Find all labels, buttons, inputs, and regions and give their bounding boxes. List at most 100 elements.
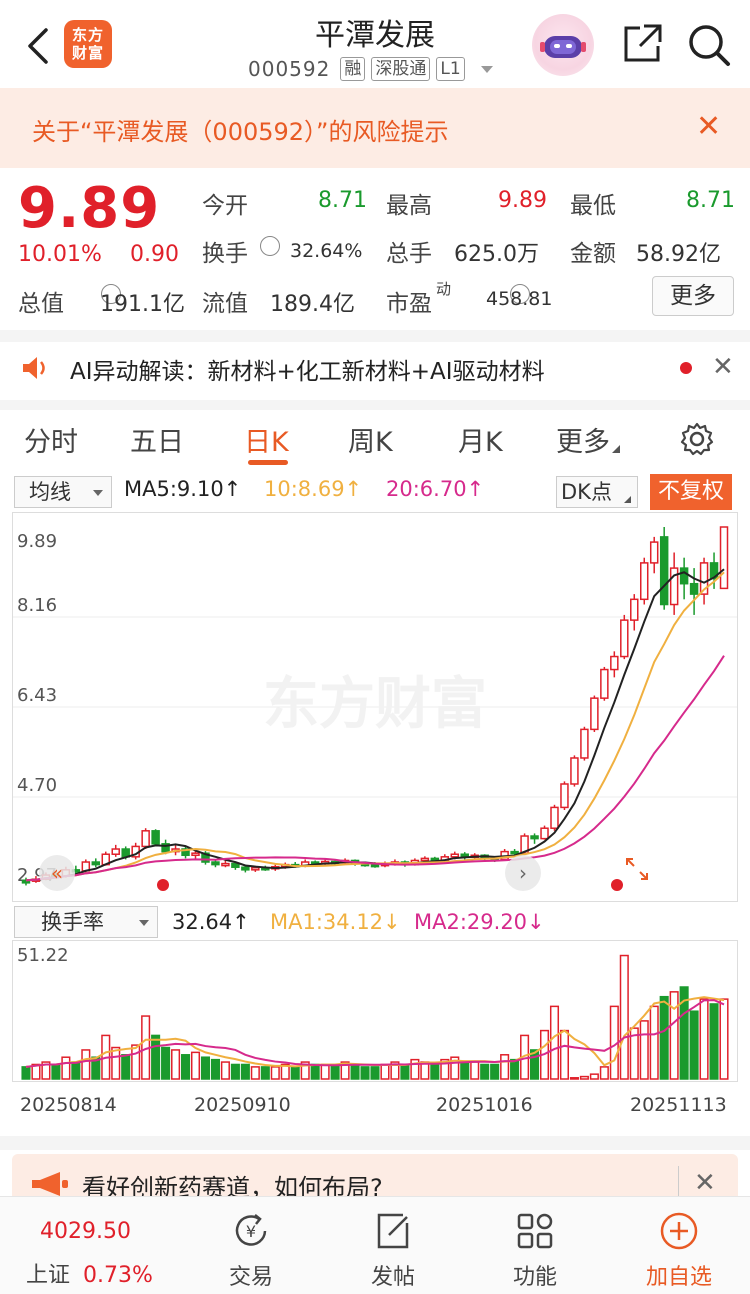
turnover-bar <box>470 1061 480 1080</box>
float-cap-value: 189.4亿 <box>270 292 355 317</box>
turnover-bar <box>699 998 709 1080</box>
candle-body <box>649 541 659 564</box>
candle-body <box>620 619 629 658</box>
turnover-bar <box>490 1063 500 1080</box>
date-label: 20250910 <box>194 1094 291 1116</box>
tab-intraday[interactable]: 分时 <box>24 420 78 459</box>
tab-daily-k[interactable]: 日K <box>244 420 289 459</box>
candle-body <box>580 728 589 759</box>
stock-detail-screen: 东方 财富 平潭发展 000592 融 深股通 L1 关于“平潭发展（00059… <box>0 0 750 1294</box>
chevron-down-icon[interactable] <box>480 65 493 73</box>
turnover-bar <box>360 1066 370 1080</box>
turnover-bar <box>310 1063 320 1080</box>
turnover-bar <box>619 954 629 1080</box>
nav-post[interactable]: 发帖 <box>348 1211 438 1291</box>
turnover-bar <box>350 1063 360 1080</box>
search-icon[interactable] <box>686 22 732 68</box>
candle-body <box>689 582 699 595</box>
indicator-select-label: 均线 <box>29 480 71 504</box>
grid-functions-icon <box>517 1213 553 1249</box>
ai-insight-row[interactable]: AI异动解读：新材料+化工新材料+AI驱动材料 ✕ <box>0 342 750 394</box>
kline-svg[interactable]: 9.898.166.434.702.97东方财富« › <box>13 513 737 901</box>
turnover-bar <box>260 1066 270 1080</box>
candle-body <box>530 835 539 840</box>
volume-indicator-label: 换手率 <box>41 910 104 934</box>
nav-trade-label: 交易 <box>228 1265 273 1290</box>
turnover-bar <box>639 1020 649 1080</box>
tab-five-day[interactable]: 五日 <box>130 420 184 459</box>
turnover-bar <box>480 1063 490 1080</box>
corner-triangle-icon <box>612 437 620 453</box>
turnover-bar <box>370 1066 380 1080</box>
share-icon[interactable] <box>620 22 664 66</box>
nav-trade[interactable]: ¥ 交易 <box>206 1211 296 1291</box>
candle-body <box>251 867 260 871</box>
turnover-bar <box>569 1077 579 1080</box>
candle-body <box>191 852 200 857</box>
kline-chart[interactable]: 9.89 8.16 6.43 4.70 2.97 东方财富 «› <box>12 512 738 902</box>
turnover-label: 换手 <box>202 241 248 267</box>
turnover-bar <box>210 1058 220 1080</box>
market-cap-label: 总值 <box>18 291 64 317</box>
period-tabs: 分时 五日 日K 周K 月K 更多 <box>0 410 750 470</box>
close-icon[interactable]: ✕ <box>712 352 734 382</box>
turnover-bar <box>270 1066 280 1080</box>
float-cap-label: 流值 <box>202 291 248 317</box>
volume-max-label: 51.22 <box>17 945 69 966</box>
pe-value: 458.81 <box>486 288 553 310</box>
candle-body <box>370 863 380 868</box>
svg-text:¥: ¥ <box>246 1222 256 1241</box>
tab-monthly-k[interactable]: 月K <box>458 420 503 459</box>
date-label: 20251016 <box>436 1094 533 1116</box>
ma10-readout: 10:8.69↑ <box>264 477 363 501</box>
gear-icon[interactable] <box>680 422 714 456</box>
expand-icon[interactable] <box>626 858 648 880</box>
turnover-bar <box>659 995 669 1080</box>
close-icon[interactable]: ✕ <box>694 1168 716 1198</box>
turnover-bar <box>171 1049 181 1080</box>
info-dots-icon[interactable] <box>260 236 280 256</box>
index-row[interactable]: 上证 0.73% <box>26 1257 153 1289</box>
volume-indicator-select[interactable]: 换手率 <box>14 906 158 938</box>
level-tag[interactable]: L1 <box>436 57 465 81</box>
turnover-bar <box>121 1054 131 1080</box>
change-percent: 10.01% <box>18 242 102 267</box>
turnover-bar <box>190 1051 201 1080</box>
candle-body <box>639 562 649 601</box>
stock-code-row: 000592 融 深股通 L1 <box>248 56 493 82</box>
market-cap-value: 191.1亿 <box>100 292 185 317</box>
nav-post-label: 发帖 <box>370 1265 415 1290</box>
nav-functions[interactable]: 功能 <box>490 1211 580 1291</box>
turnover-bar <box>460 1061 470 1080</box>
stock-code: 000592 <box>248 57 331 81</box>
risk-warning-text[interactable]: 关于“平潭发展（000592）”的风险提示 <box>32 112 448 147</box>
candle-body <box>630 598 639 621</box>
dk-point-select[interactable]: DK点 <box>556 476 638 508</box>
bottom-bar: 4029.50 上证 0.73% ¥ 交易 发帖 功能 加自选 <box>0 1196 750 1294</box>
kline-toolbar: 均线 MA5:9.10↑ 10:8.69↑ 20:6.70↑ DK点 <box>0 472 750 512</box>
turnover-bar <box>290 1066 300 1080</box>
tab-weekly-k[interactable]: 周K <box>348 420 393 459</box>
more-quote-button[interactable]: 更多 <box>652 276 734 316</box>
turnover-bar <box>81 1049 91 1080</box>
date-label: 20250814 <box>20 1094 117 1116</box>
ai-insight-text[interactable]: AI异动解读：新材料+化工新材料+AI驱动材料 <box>70 352 545 386</box>
nav-add-watchlist[interactable]: 加自选 <box>634 1211 724 1291</box>
tab-more[interactable]: 更多 <box>556 420 620 459</box>
risk-warning-banner[interactable]: 关于“平潭发展（000592）”的风险提示 ✕ <box>0 88 750 168</box>
ai-assistant-robot-icon[interactable] <box>532 14 594 76</box>
adjustment-button[interactable]: 不复权 <box>650 474 732 510</box>
turnover-chart[interactable]: 51.22 <box>12 940 738 1082</box>
turnover-svg[interactable]: 51.22 <box>13 941 737 1081</box>
candle-body <box>231 862 240 868</box>
nav-functions-label: 功能 <box>512 1265 557 1290</box>
turnover-ma1-line <box>25 996 725 1068</box>
turnover-bar <box>240 1063 250 1080</box>
add-circle-icon <box>660 1212 698 1250</box>
signal-dot <box>157 879 169 891</box>
candle-body <box>111 848 120 855</box>
indicator-select[interactable]: 均线 <box>14 476 112 508</box>
close-icon[interactable]: ✕ <box>696 112 721 142</box>
candle-body <box>221 862 230 867</box>
y-tick-label: 8.16 <box>17 595 57 616</box>
